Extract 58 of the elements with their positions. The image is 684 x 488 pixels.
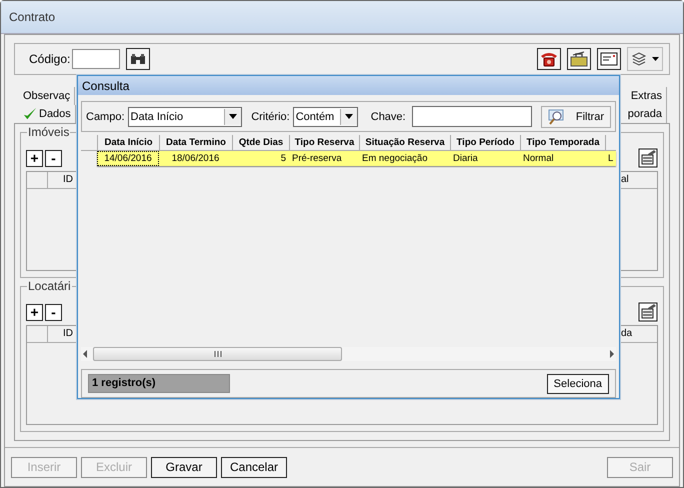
table-cell-text: Pré-reserva <box>291 152 343 166</box>
table-cell-text: L <box>607 152 614 166</box>
caret-icon <box>652 57 660 61</box>
table-cell: 14/06/2016 <box>97 151 159 166</box>
caret-icon <box>344 114 353 120</box>
table-row[interactable]: 14/06/2016 18/06/2016 5 Pré-reserva Em negociação Diaria Normal L <box>97 151 616 166</box>
table-cell-text: Normal <box>522 152 555 166</box>
phone-button[interactable] <box>537 48 561 70</box>
phone-icon <box>540 51 558 67</box>
code-field[interactable] <box>72 49 120 69</box>
column-header[interactable]: Tipo Reserva <box>290 135 360 150</box>
field-label: Campo: <box>86 110 125 123</box>
key-label: Chave: <box>370 110 406 123</box>
dialog-title: Consulta <box>82 78 130 93</box>
grip-icon <box>214 351 222 358</box>
column-header[interactable]: Tipo Período <box>451 135 521 150</box>
criterion-label: Critério: <box>251 110 290 123</box>
action-button[interactable]: Cancelar <box>221 456 287 478</box>
group-title: Locatári <box>27 279 72 293</box>
add-button[interactable]: + <box>26 150 43 166</box>
window-title: Contrato <box>9 10 56 24</box>
column-header[interactable]: Tipo Temporada <box>521 135 606 150</box>
field-dropdown[interactable]: Data Início <box>128 106 242 127</box>
column-header[interactable]: Data Início <box>98 135 160 150</box>
search-button[interactable] <box>126 48 150 70</box>
layers-icon <box>630 51 647 67</box>
caret-icon <box>229 114 238 120</box>
table-cell-text: 18/06/2016 <box>170 152 220 166</box>
magnifier-icon <box>548 108 566 125</box>
action-button[interactable]: Gravar <box>151 456 217 478</box>
column-header[interactable]: Data Termino <box>160 135 233 150</box>
edit-grid-icon[interactable] <box>638 148 658 168</box>
edit-grid-icon[interactable] <box>638 302 658 322</box>
binoculars-icon <box>130 53 146 65</box>
card-button[interactable] <box>597 48 621 70</box>
layers-dropdown[interactable] <box>627 47 663 71</box>
check-icon <box>23 107 37 121</box>
left-arrow-icon[interactable] <box>81 350 89 358</box>
column-header[interactable]: Situação Reserva <box>360 135 451 150</box>
remove-button[interactable]: - <box>45 150 62 166</box>
select-button[interactable]: Seleciona <box>546 374 609 394</box>
remove-button[interactable]: - <box>45 304 62 320</box>
briefcase-button[interactable] <box>567 48 591 70</box>
criterion-dropdown[interactable]: Contém <box>292 106 358 127</box>
briefcase-icon <box>570 51 588 67</box>
horizontal-scrollbar[interactable] <box>81 347 616 362</box>
key-field[interactable] <box>412 106 532 128</box>
column-header[interactable]: Qtde Dias <box>233 135 290 150</box>
table-cell-text: 5 <box>280 152 287 166</box>
filter-button[interactable]: Filtrar <box>540 106 611 128</box>
group-title: Imóveis <box>27 125 70 139</box>
add-button[interactable]: + <box>26 304 43 320</box>
right-arrow-icon[interactable] <box>608 350 616 358</box>
record-count: 1 registro(s) <box>88 374 230 394</box>
table-cell-text: Diaria <box>452 152 479 166</box>
card-icon <box>600 52 618 66</box>
code-label: Código: <box>29 52 70 66</box>
table-cell-text: Em negociação <box>361 152 428 166</box>
